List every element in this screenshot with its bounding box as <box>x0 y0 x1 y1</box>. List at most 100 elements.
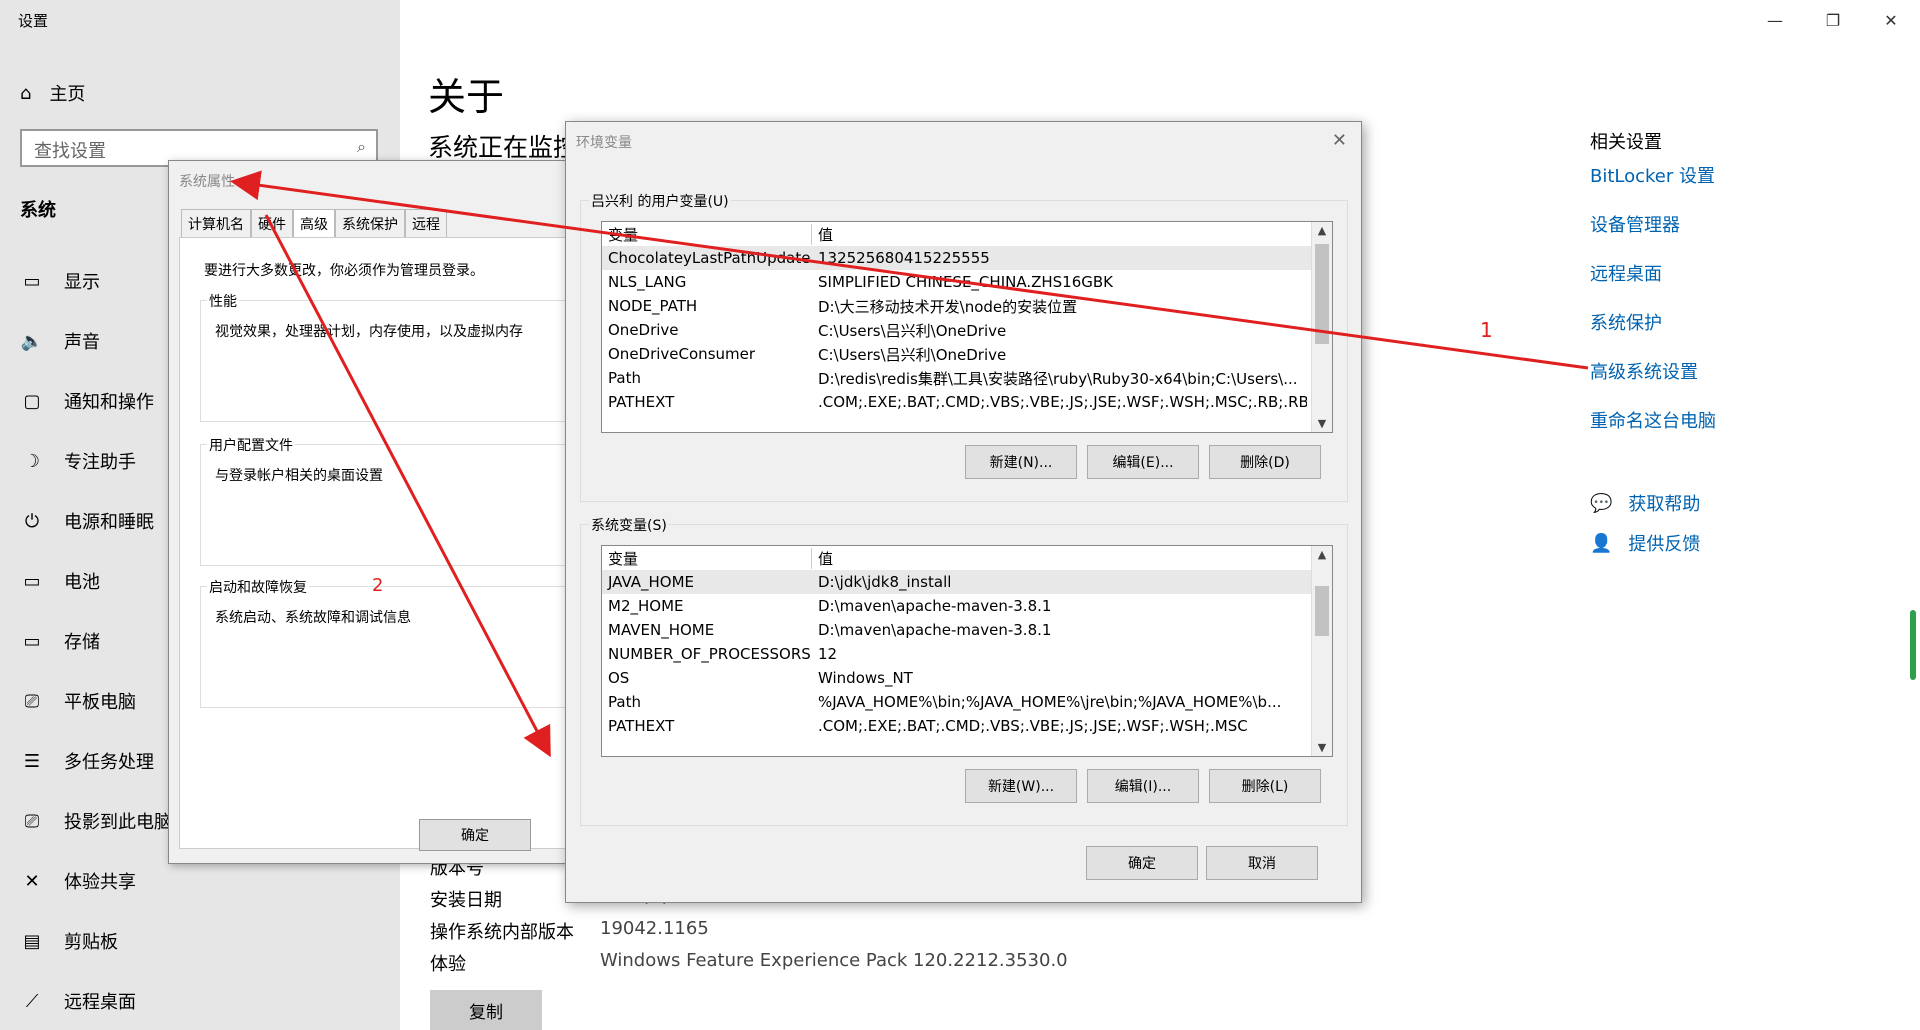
system-edit-button[interactable]: 编辑(I)... <box>1087 769 1199 803</box>
system-new-button[interactable]: 新建(W)... <box>965 769 1077 803</box>
user-edit-button[interactable]: 编辑(E)... <box>1087 445 1199 479</box>
scroll-up-icon[interactable]: ▲ <box>1312 548 1332 561</box>
group-performance: 性能 视觉效果，处理器计划，内存使用，以及虚拟内存 <box>200 291 602 422</box>
variable-name: M2_HOME <box>608 597 684 615</box>
close-icon[interactable]: ✕ <box>1332 130 1347 151</box>
table-row[interactable]: PATHEXT .COM;.EXE;.BAT;.CMD;.VBS;.VBE;.JS… <box>602 390 1332 414</box>
sidebar-item[interactable]: ⏻ 电源和睡眠 <box>20 508 154 534</box>
scroll-up-icon[interactable]: ▲ <box>1312 224 1332 237</box>
help-link[interactable]: 👤 提供反馈 <box>1590 530 1700 556</box>
system-delete-button[interactable]: 删除(L) <box>1209 769 1321 803</box>
spec-label: 操作系统内部版本 <box>430 922 574 943</box>
variable-value: 132525680415225555 <box>818 249 990 267</box>
sidebar-item-label: 电池 <box>64 572 100 593</box>
ok-button[interactable]: 确定 <box>419 819 531 851</box>
tab-panel: 要进行大多数更改，你必须作为管理员登录。 性能 视觉效果，处理器计划，内存使用，… <box>179 237 602 849</box>
table-row[interactable]: MAVEN_HOME D:\maven\apache-maven-3.8.1 <box>602 618 1332 642</box>
monitor-icon: ▭ <box>23 270 41 292</box>
sidebar-item[interactable]: ▭ 电池 <box>20 568 100 594</box>
sidebar-item-label: 存储 <box>64 632 100 653</box>
restore-icon[interactable]: ❐ <box>1804 0 1862 40</box>
table-header: 变量 值 <box>602 222 1332 246</box>
speaker-icon: 🔈 <box>20 330 44 352</box>
column-header-value[interactable]: 值 <box>812 548 1307 569</box>
sidebar-item[interactable]: ▭ 显示 <box>20 268 100 294</box>
sidebar-item[interactable]: ▢ 通知和操作 <box>20 388 154 414</box>
minimize-icon[interactable]: — <box>1746 0 1804 40</box>
system-variables-table[interactable]: 变量 值 JAVA_HOME D:\jdk\jdk8_install M2_HOME… <box>601 545 1333 757</box>
search-placeholder: 查找设置 <box>34 141 106 162</box>
column-header-name[interactable]: 变量 <box>602 547 812 569</box>
table-row[interactable]: ChocolateyLastPathUpdate 1325256804152255… <box>602 246 1332 270</box>
table-row[interactable]: OS Windows_NT <box>602 666 1332 690</box>
column-header-value[interactable]: 值 <box>812 224 1307 245</box>
variable-value: %JAVA_HOME%\bin;%JAVA_HOME%\jre\bin;%JAV… <box>818 693 1282 711</box>
related-settings-title: 相关设置 <box>1590 132 1662 153</box>
table-row[interactable]: Path %JAVA_HOME%\bin;%JAVA_HOME%\jre\bin;… <box>602 690 1332 714</box>
tab-item[interactable]: 计算机名 <box>181 209 251 238</box>
tab-item[interactable]: 高级 <box>293 209 335 238</box>
user-new-button[interactable]: 新建(N)... <box>965 445 1077 479</box>
close-icon[interactable]: ✕ <box>1862 0 1920 40</box>
sidebar-item[interactable]: ▭ 存储 <box>20 628 100 654</box>
user-variables-table[interactable]: 变量 值 ChocolateyLastPathUpdate 13252568041… <box>601 221 1333 433</box>
related-link[interactable]: 设备管理器 <box>1590 211 1680 237</box>
table-row[interactable]: Path D:\redis\redis集群\工具\安装路径\ruby\Ruby30… <box>602 366 1332 390</box>
moon-icon: ☽ <box>23 450 41 472</box>
sidebar-item[interactable]: 🔈 声音 <box>20 328 100 354</box>
feedback-icon: 👤 <box>1590 532 1613 554</box>
scroll-down-icon[interactable]: ▼ <box>1312 417 1332 430</box>
cancel-button[interactable]: 取消 <box>1206 846 1318 880</box>
sidebar-item[interactable]: ⎚ 平板电脑 <box>20 688 136 714</box>
table-row[interactable]: PATHEXT .COM;.EXE;.BAT;.CMD;.VBS;.VBE;.JS… <box>602 714 1332 738</box>
sidebar-item[interactable]: ⎚ 投影到此电脑 <box>20 808 172 834</box>
table-row[interactable]: NLS_LANG SIMPLIFIED CHINESE_CHINA.ZHS16GB… <box>602 270 1332 294</box>
system-properties-dialog: 系统属性 计算机名 硬件 高级 系统保护 远程 要进行大多数更改，你必须作为管理员登录。… <box>168 160 602 864</box>
tab-item[interactable]: 系统保护 <box>335 209 405 238</box>
related-link[interactable]: 远程桌面 <box>1590 260 1662 286</box>
variable-name: NODE_PATH <box>608 297 698 315</box>
table-row[interactable]: NUMBER_OF_PROCESSORS 12 <box>602 642 1332 666</box>
nav-home[interactable]: ⌂ 主页 <box>20 80 85 106</box>
sidebar-item[interactable]: ☽ 专注助手 <box>20 448 136 474</box>
group-startup-recovery: 启动和故障恢复 系统启动、系统故障和调试信息 <box>200 577 602 708</box>
sidebar-item[interactable]: ⟋ 远程桌面 <box>20 988 136 1014</box>
variable-name: PATHEXT <box>608 393 675 411</box>
ok-button[interactable]: 确定 <box>1086 846 1198 880</box>
sidebar-item[interactable]: ✕ 体验共享 <box>20 868 136 894</box>
tab-item[interactable]: 硬件 <box>251 209 293 238</box>
table-row[interactable]: JAVA_HOME D:\jdk\jdk8_install <box>602 570 1332 594</box>
help-link[interactable]: 💬 获取帮助 <box>1590 490 1700 516</box>
variable-value: Windows_NT <box>818 669 913 687</box>
sidebar-item[interactable]: ☰ 多任务处理 <box>20 748 154 774</box>
related-link[interactable]: 重命名这台电脑 <box>1590 407 1716 433</box>
column-header-name[interactable]: 变量 <box>602 223 812 245</box>
sidebar-item-label: 声音 <box>64 332 100 353</box>
related-link[interactable]: 系统保护 <box>1590 309 1662 335</box>
scroll-thumb[interactable] <box>1910 610 1916 680</box>
help-link-label: 获取帮助 <box>1628 494 1701 515</box>
vertical-scrollbar[interactable]: ▲ ▼ <box>1311 222 1332 432</box>
table-row[interactable]: M2_HOME D:\maven\apache-maven-3.8.1 <box>602 594 1332 618</box>
related-link[interactable]: BitLocker 设置 <box>1590 162 1715 188</box>
table-row[interactable]: NODE_PATH D:\大三移动技术开发\node的安装位置 <box>602 294 1332 318</box>
sidebar-item-label: 体验共享 <box>64 872 136 893</box>
vertical-scrollbar[interactable]: ▲ ▼ <box>1311 546 1332 756</box>
user-delete-button[interactable]: 删除(D) <box>1209 445 1321 479</box>
app-title: 设置 <box>18 12 49 30</box>
search-icon: ⌕ <box>357 137 366 156</box>
sidebar-item[interactable]: ▤ 剪贴板 <box>20 928 118 954</box>
variable-name: JAVA_HOME <box>608 573 695 591</box>
table-row[interactable]: OneDriveConsumer C:\Users\吕兴利\OneDrive <box>602 342 1332 366</box>
group-text: 与登录帐户相关的桌面设置 <box>215 468 383 484</box>
scroll-thumb[interactable] <box>1315 244 1329 344</box>
group-text: 系统启动、系统故障和调试信息 <box>215 610 411 626</box>
tab-item[interactable]: 远程 <box>405 209 447 238</box>
variable-name: PATHEXT <box>608 717 675 735</box>
related-link[interactable]: 高级系统设置 <box>1590 358 1698 384</box>
scroll-down-icon[interactable]: ▼ <box>1312 741 1332 754</box>
copy-button[interactable]: 复制 <box>430 990 542 1030</box>
scroll-thumb[interactable] <box>1315 586 1329 636</box>
user-variables-group: 吕兴利 的用户变量(U) 变量 值 ChocolateyLastPathUpda… <box>580 191 1348 502</box>
table-row[interactable]: OneDrive C:\Users\吕兴利\OneDrive <box>602 318 1332 342</box>
